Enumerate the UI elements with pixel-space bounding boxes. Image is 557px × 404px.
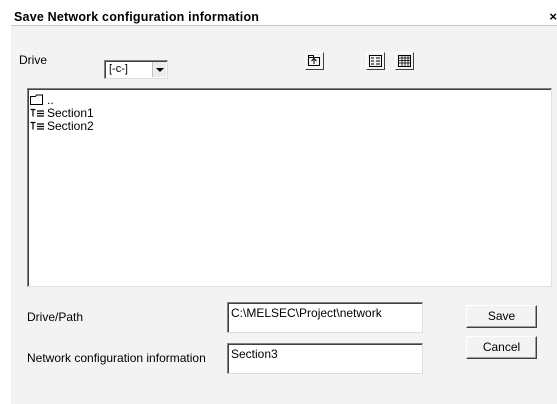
list-view-icon [369,55,382,67]
folder-icon [30,94,46,106]
list-item-label: Section1 [47,105,94,120]
cancel-button[interactable]: Cancel [466,336,537,359]
drive-path-field[interactable]: C:\MELSEC\Project\network [227,302,423,333]
drive-select[interactable]: [-c-] [104,60,168,79]
list-item-label: .. [47,92,54,107]
network-section-icon [30,107,46,119]
chevron-down-icon[interactable] [152,62,166,77]
list-item[interactable]: .. [30,92,54,107]
drive-path-label: Drive/Path [27,310,84,324]
network-info-field[interactable]: Section3 [227,343,423,374]
up-folder-button[interactable] [305,52,324,70]
save-button[interactable]: Save [466,305,537,328]
dialog-title: Save Network configuration information [14,10,260,24]
details-view-button[interactable] [395,52,414,70]
up-folder-icon [308,55,320,66]
list-item-label: Section2 [47,118,94,133]
drive-select-value: [-c-] [109,63,128,75]
save-dialog: Save Network configuration information ×… [11,9,557,404]
file-list[interactable]: .. Section1 Section2 [27,88,552,287]
drive-label: Drive [19,53,48,67]
network-info-label: Network configuration information [27,351,206,365]
title-bar: Save Network configuration information × [11,9,557,26]
list-item[interactable]: Section1 [30,105,94,120]
network-section-icon [30,120,46,132]
details-view-icon [398,55,411,67]
list-view-button[interactable] [366,52,385,70]
close-icon[interactable]: × [549,9,557,24]
list-item[interactable]: Section2 [30,118,94,133]
